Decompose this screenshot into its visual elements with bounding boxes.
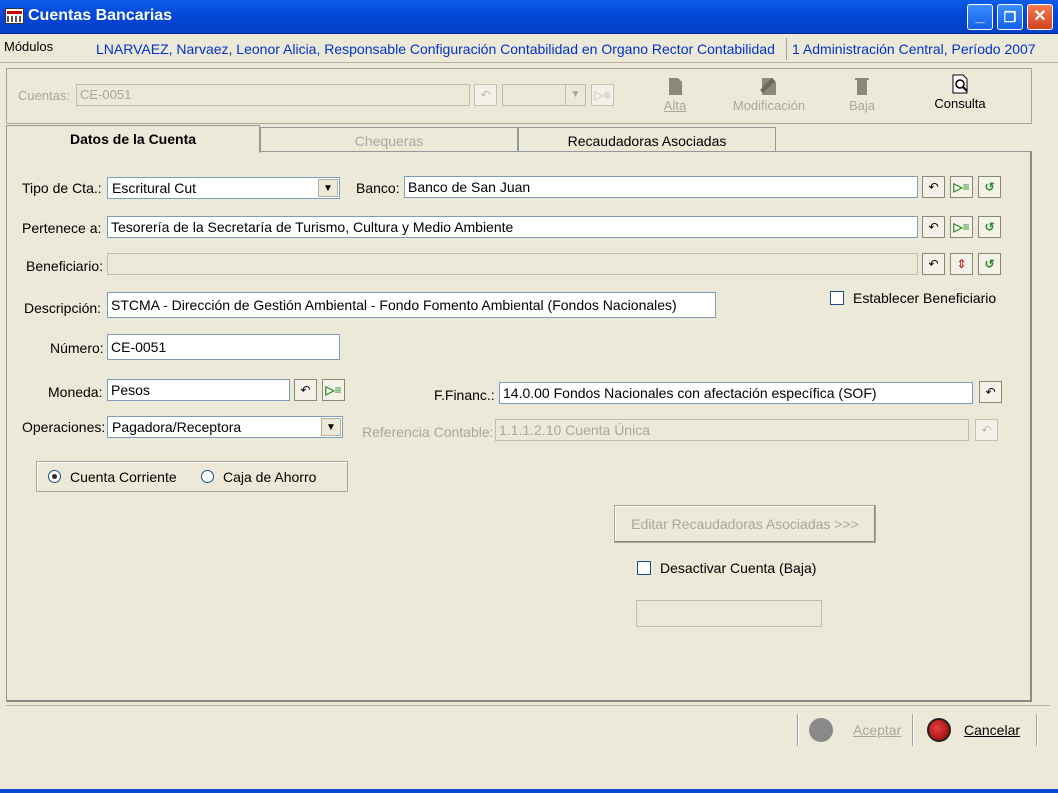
- lookup-icon[interactable]: ↶: [975, 419, 998, 441]
- moneda-field[interactable]: Pesos: [107, 379, 290, 401]
- tab-datos-cuenta[interactable]: Datos de la Cuenta: [6, 125, 260, 153]
- lookup-icon[interactable]: ↶: [922, 253, 945, 275]
- search-doc-icon: [952, 74, 968, 94]
- descripcion-label: Descripción:: [24, 300, 102, 316]
- user-info: LNARVAEZ, Narvaez, Leonor Alicia, Respon…: [96, 41, 775, 57]
- numero-label: Número:: [50, 340, 104, 356]
- beneficiario-label: Beneficiario:: [26, 258, 104, 274]
- chevron-down-icon: ▼: [321, 418, 341, 436]
- undo-icon[interactable]: ↺: [978, 176, 1001, 198]
- referencia-field[interactable]: 1.1.1.2.10 Cuenta Única: [495, 419, 969, 441]
- numero-field[interactable]: CE-0051: [107, 334, 340, 360]
- radio-caja-ahorro[interactable]: [201, 470, 214, 483]
- divider: [797, 714, 799, 746]
- ffinanc-label: F.Financ.:: [434, 387, 495, 403]
- desactivar-label: Desactivar Cuenta (Baja): [660, 560, 817, 576]
- aceptar-button[interactable]: Aceptar: [853, 722, 901, 738]
- tipo-label: Tipo de Cta.:: [22, 180, 102, 196]
- app-icon: [5, 8, 24, 24]
- sort-icon[interactable]: ⇕: [950, 253, 973, 275]
- aceptar-icon: [809, 718, 833, 742]
- banco-label: Banco:: [356, 180, 400, 196]
- cancelar-icon: [927, 718, 951, 742]
- establecer-checkbox[interactable]: [830, 291, 844, 305]
- undo-icon[interactable]: ↺: [978, 216, 1001, 238]
- lookup-icon[interactable]: ↶: [922, 176, 945, 198]
- descripcion-field[interactable]: STCMA - Dirección de Gestión Ambiental -…: [107, 292, 716, 318]
- lookup-icon[interactable]: ↶: [294, 379, 317, 401]
- window-border: [0, 789, 1058, 793]
- modificacion-button[interactable]: Modificación: [726, 76, 812, 113]
- radio-cuenta-corriente[interactable]: [48, 470, 61, 483]
- maximize-button[interactable]: ❐: [997, 4, 1023, 30]
- operaciones-label: Operaciones:: [22, 419, 106, 435]
- modules-menu[interactable]: Módulos: [4, 39, 53, 54]
- pertenece-field[interactable]: Tesorería de la Secretaría de Turismo, C…: [107, 216, 918, 238]
- close-button[interactable]: ✕: [1027, 4, 1053, 30]
- desactivar-checkbox[interactable]: [637, 561, 651, 575]
- title-bar: Cuentas Bancarias _ ❐ ✕: [0, 0, 1058, 34]
- chevron-down-icon: ▼: [565, 85, 585, 105]
- lookup-icon[interactable]: ↶: [979, 381, 1002, 403]
- operaciones-select[interactable]: Pagadora/Receptora ▼: [107, 416, 343, 438]
- tab-recaudadoras[interactable]: Recaudadoras Asociadas: [518, 127, 776, 152]
- baja-button[interactable]: Baja: [840, 76, 884, 113]
- radio-cuenta-corriente-label: Cuenta Corriente: [70, 469, 177, 485]
- divider: [786, 38, 787, 60]
- baja-date-field[interactable]: [636, 600, 822, 627]
- cuentas-combo[interactable]: ▼: [502, 84, 586, 106]
- divider: [1036, 714, 1038, 746]
- undo-icon[interactable]: ↺: [978, 253, 1001, 275]
- lookup-icon[interactable]: ↶: [474, 84, 497, 106]
- cancelar-button[interactable]: Cancelar: [964, 722, 1020, 738]
- navigate-icon[interactable]: ▷≡: [591, 84, 614, 106]
- chevron-down-icon: ▼: [318, 179, 338, 197]
- lookup-icon[interactable]: ↶: [922, 216, 945, 238]
- editar-recaudadoras-button[interactable]: Editar Recaudadoras Asociadas >>>: [614, 505, 876, 543]
- establecer-label: Establecer Beneficiario: [853, 290, 997, 306]
- consulta-button[interactable]: Consulta: [928, 74, 992, 111]
- cuentas-label: Cuentas:: [18, 88, 71, 103]
- navigate-icon[interactable]: ▷≡: [950, 176, 973, 198]
- module-bar: Módulos LNARVAEZ, Narvaez, Leonor Alicia…: [0, 35, 1058, 63]
- banco-field[interactable]: Banco de San Juan: [404, 176, 918, 198]
- trash-icon: [855, 78, 869, 95]
- ffinanc-field[interactable]: 14.0.00 Fondos Nacionales con afectación…: [499, 382, 973, 404]
- divider: [912, 714, 914, 746]
- navigate-icon[interactable]: ▷≡: [950, 216, 973, 238]
- tab-chequeras[interactable]: Chequeras: [260, 127, 518, 152]
- pertenece-label: Pertenece a:: [22, 220, 102, 236]
- alta-button[interactable]: Alta: [650, 76, 700, 113]
- tipo-select[interactable]: Escritural Cut ▼: [107, 177, 340, 199]
- moneda-label: Moneda:: [48, 384, 103, 400]
- period-info: 1 Administración Central, Período 2007: [792, 41, 1036, 57]
- edit-icon: [760, 78, 776, 95]
- cuentas-field[interactable]: CE-0051: [76, 84, 470, 106]
- radio-caja-ahorro-label: Caja de Ahorro: [223, 469, 317, 485]
- doc-icon: [669, 78, 682, 95]
- minimize-button[interactable]: _: [967, 4, 993, 30]
- referencia-label: Referencia Contable:: [362, 424, 494, 440]
- window-title: Cuentas Bancarias: [28, 7, 173, 24]
- navigate-icon[interactable]: ▷≡: [322, 379, 345, 401]
- beneficiario-field[interactable]: [107, 253, 918, 275]
